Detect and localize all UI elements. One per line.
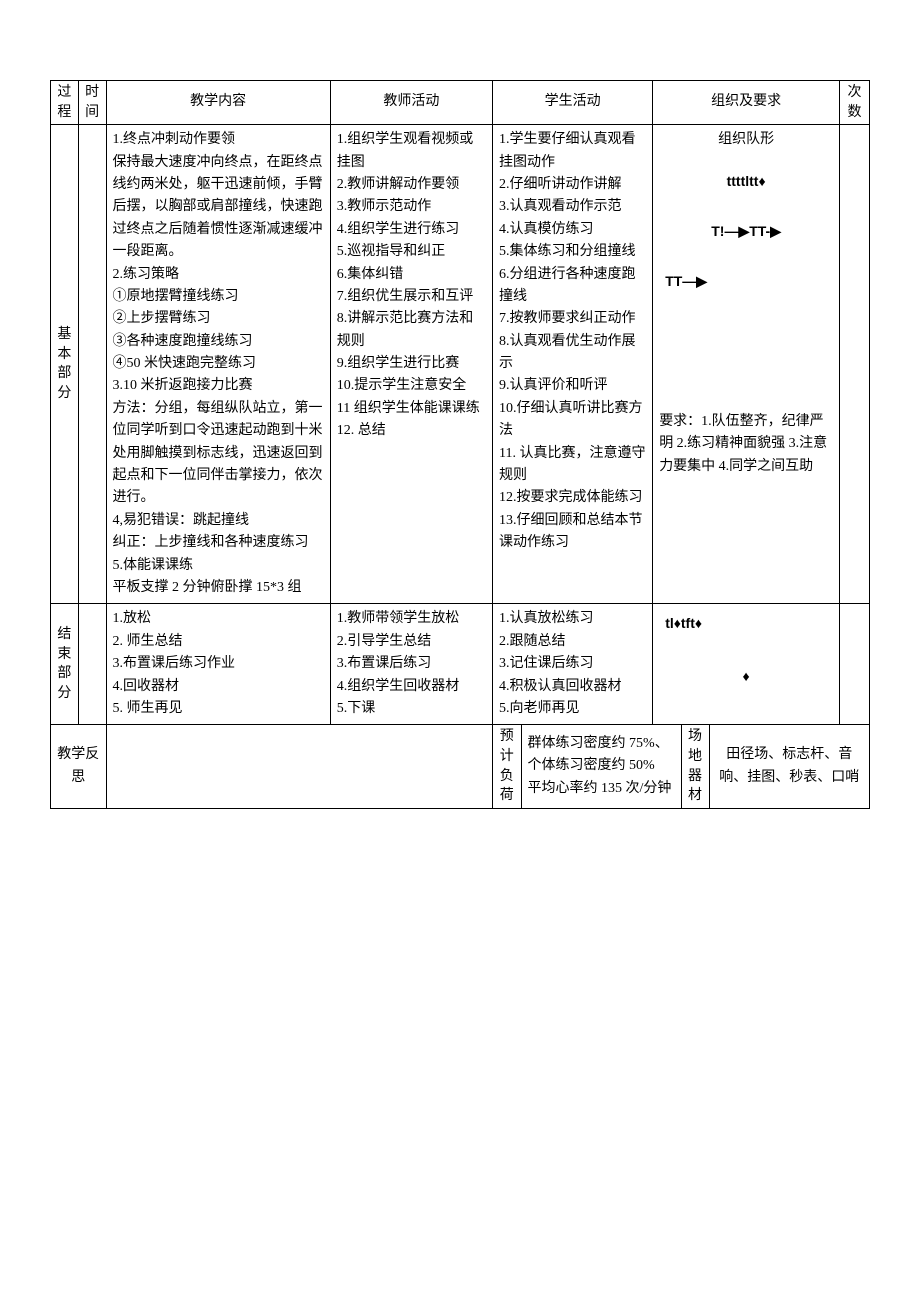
basic-time (78, 125, 106, 604)
table-row-footer: 教学反思 预计负荷 群体练习密度约 75%、个体练习密度约 50%平均心率约 1… (51, 725, 870, 808)
basic-label-1: 基本 (57, 327, 71, 362)
end-time (78, 604, 106, 725)
end-label-2: 部分 (57, 666, 71, 701)
table-row-basic: 基本 部分 1.终点冲刺动作要领保持最大速度冲向终点，在距终点线约两米处，躯干迅… (51, 125, 870, 604)
header-student: 学生活动 (493, 81, 653, 125)
lesson-plan-table: 过程 时间 教学内容 教师活动 学生活动 组织及要求 次数 基本 部分 1.终点… (50, 80, 870, 809)
formation-symbol-2: T!—▶TT-▶ (659, 220, 833, 242)
org-title: 组织队形 (659, 129, 833, 151)
basic-section-label: 基本 部分 (51, 125, 79, 604)
venue-label: 场地器材 (681, 725, 709, 807)
end-content: 1.放松2. 师生总结3.布置课后练习作业4.回收器材5. 师生再见 (106, 604, 330, 725)
basic-org: 组织队形 ttttltt♦ T!—▶TT-▶ TT—▶ 要求：1.队伍整齐，纪律… (653, 125, 840, 604)
basic-student: 1.学生要仔细认真观看挂图动作2.仔细听讲动作讲解3.认真观看动作示范4.认真模… (493, 125, 653, 604)
header-count: 次数 (840, 81, 870, 125)
table-row-end: 结束 部分 1.放松2. 师生总结3.布置课后练习作业4.回收器材5. 师生再见… (51, 604, 870, 725)
header-content: 教学内容 (106, 81, 330, 125)
end-student: 1.认真放松练习2.跟随总结3.记住课后练习4.积极认真回收器材5.向老师再见 (493, 604, 653, 725)
end-teacher: 1.教师带领学生放松2.引导学生总结3.布置课后练习4.组织学生回收器材5.下课 (330, 604, 492, 725)
end-formation-symbol-b: ♦ (659, 665, 833, 687)
header-org: 组织及要求 (653, 81, 840, 125)
basic-content: 1.终点冲刺动作要领保持最大速度冲向终点，在距终点线约两米处，躯干迅速前倾，手臂… (106, 125, 330, 604)
reflection-label: 教学反思 (51, 725, 107, 808)
basic-label-2: 部分 (57, 366, 71, 401)
basic-teacher: 1.组织学生观看视频或挂图2.教师讲解动作要领3.教师示范动作4.组织学生进行练… (330, 125, 492, 604)
end-section-label: 结束 部分 (51, 604, 79, 725)
load-label: 预计负荷 (493, 725, 521, 807)
basic-count (840, 125, 870, 604)
end-org: tl♦tft♦ ♦ (653, 604, 840, 725)
header-process: 过程 (51, 81, 79, 125)
header-teacher: 教师活动 (330, 81, 492, 125)
venue-value: 田径场、标志杆、音响、挂图、秒表、口哨 (709, 725, 869, 807)
end-label-1: 结束 (57, 627, 71, 662)
org-requirements: 要求：1.队伍整齐，纪律严明 2.练习精神面貌强 3.注意力要集中 4.同学之间… (659, 414, 827, 474)
reflection-value (106, 725, 493, 808)
table-header-row: 过程 时间 教学内容 教师活动 学生活动 组织及要求 次数 (51, 81, 870, 125)
formation-symbol-1: ttttltt♦ (659, 170, 833, 192)
formation-symbol-3: TT—▶ (659, 270, 833, 292)
load-value: 群体练习密度约 75%、个体练习密度约 50%平均心率约 135 次/分钟 (521, 725, 681, 807)
end-formation-symbol: tl♦tft♦ (659, 612, 833, 634)
footer-nested: 预计负荷 群体练习密度约 75%、个体练习密度约 50%平均心率约 135 次/… (493, 725, 870, 808)
end-count (840, 604, 870, 725)
header-time: 时间 (78, 81, 106, 125)
